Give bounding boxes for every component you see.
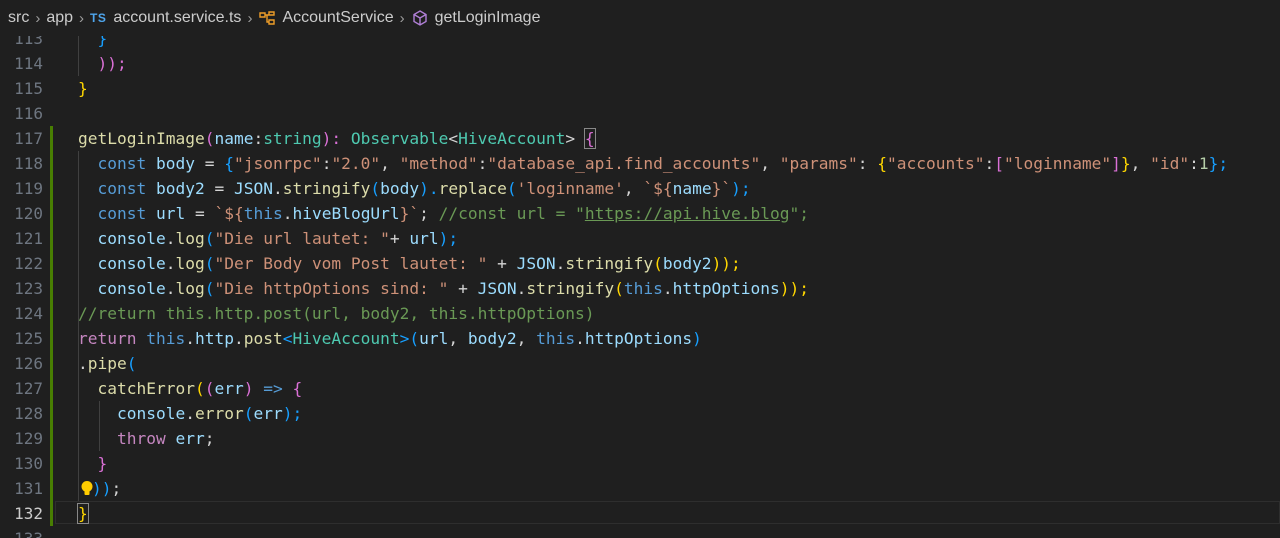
- code-text: .pipe(: [78, 354, 137, 373]
- line-number: 122: [14, 254, 43, 273]
- line-number: 115: [14, 79, 43, 98]
- breadcrumb-app[interactable]: app: [46, 9, 73, 27]
- indent-guide: [78, 151, 79, 501]
- code-line[interactable]: 117 getLoginImage(name:string): Observabl…: [0, 126, 1280, 151]
- code-text: getLoginImage(name:string): Observable<H…: [78, 128, 596, 149]
- chevron-right-icon: ›: [79, 9, 85, 27]
- breadcrumb-src[interactable]: src: [8, 9, 29, 27]
- line-number: 128: [14, 404, 43, 423]
- breadcrumb-method-label: getLoginImage: [434, 9, 541, 26]
- code-line[interactable]: 124 //return this.http.post(url, body2, t…: [0, 301, 1280, 326]
- breadcrumb-method[interactable]: getLoginImage: [411, 9, 541, 27]
- code-text: console.error(err);: [116, 404, 303, 423]
- code-line[interactable]: 127 catchError((err) => {: [0, 376, 1280, 401]
- code-line[interactable]: 130 }: [0, 451, 1280, 476]
- code-line[interactable]: 121 console.log("Die url lautet: "+ url)…: [0, 226, 1280, 251]
- line-number: 113: [14, 36, 43, 48]
- line-number: 132: [14, 504, 43, 523]
- code-line[interactable]: 123 console.log("Die httpOptions sind: "…: [0, 276, 1280, 301]
- code-line[interactable]: 122 console.log("Der Body vom Post laute…: [0, 251, 1280, 276]
- current-line-highlight: [55, 501, 1280, 524]
- code-line[interactable]: 114 ));: [0, 51, 1280, 76]
- typescript-file-icon: TS: [90, 11, 107, 25]
- code-text: ));: [78, 476, 131, 501]
- code-line[interactable]: 132}: [0, 501, 1280, 526]
- line-number: 129: [14, 429, 43, 448]
- line-number: 120: [14, 204, 43, 223]
- code-line[interactable]: 116: [0, 101, 1280, 126]
- chevron-right-icon: ›: [247, 9, 253, 27]
- code-text: return this.http.post<HiveAccount>(url, …: [78, 329, 702, 348]
- line-number: 121: [14, 229, 43, 248]
- line-number: 131: [14, 479, 43, 498]
- line-number: 123: [14, 279, 43, 298]
- code-text: console.log("Der Body vom Post lautet: "…: [97, 254, 741, 273]
- code-text: }: [97, 454, 108, 473]
- code-text: ));: [97, 54, 127, 73]
- code-line[interactable]: 131));: [0, 476, 1280, 501]
- indent-guide: [78, 36, 79, 76]
- code-text: console.log("Die httpOptions sind: " + J…: [97, 279, 810, 298]
- code-editor[interactable]: 113 } 114 )); 115} 116 117 getLoginImage(name…: [0, 36, 1280, 538]
- line-number: 133: [0, 526, 43, 538]
- line-number: 118: [14, 154, 43, 173]
- line-number: 124: [14, 304, 43, 323]
- code-line[interactable]: 128 console.error(err);: [0, 401, 1280, 426]
- line-number: 117: [14, 129, 43, 148]
- code-line[interactable]: 125 return this.http.post<HiveAccount>(ur…: [0, 326, 1280, 351]
- breadcrumb-src-label: src: [8, 9, 30, 26]
- code-text: }: [97, 36, 108, 48]
- code-text: const url = `${this.hiveBlogUrl}`; //con…: [97, 204, 810, 223]
- breadcrumb-app-label: app: [46, 9, 74, 26]
- code-line[interactable]: 120 const url = `${this.hiveBlogUrl}`; /…: [0, 201, 1280, 226]
- indent-guide: [98, 401, 100, 451]
- code-line[interactable]: 113 }: [0, 36, 1280, 51]
- line-number: 116: [14, 104, 43, 123]
- chevron-right-icon: ›: [399, 9, 405, 27]
- code-text: }: [77, 503, 89, 524]
- line-number: 127: [14, 379, 43, 398]
- line-number: 125: [14, 329, 43, 348]
- code-text: }: [78, 79, 88, 98]
- code-text: const body = {"jsonrpc":"2.0", "method":…: [97, 154, 1229, 173]
- code-text: //return this.http.post(url, body2, this…: [78, 304, 595, 323]
- code-text: console.log("Die url lautet: "+ url);: [97, 229, 459, 248]
- method-cube-icon: [411, 9, 429, 27]
- code-line[interactable]: 129 throw err;: [0, 426, 1280, 451]
- code-line[interactable]: 115}: [0, 76, 1280, 101]
- line-number: 130: [14, 454, 43, 473]
- line-number: 126: [14, 354, 43, 373]
- code-line[interactable]: 118 const body = {"jsonrpc":"2.0", "meth…: [0, 151, 1280, 176]
- breadcrumb-file[interactable]: TS account.service.ts: [90, 9, 241, 27]
- line-number: 119: [14, 179, 43, 198]
- breadcrumb: src › app › TS account.service.ts › Acco…: [0, 0, 1280, 36]
- breadcrumb-class-label: AccountService: [282, 9, 394, 26]
- breadcrumb-file-label: account.service.ts: [113, 9, 242, 26]
- line-number: 114: [14, 54, 43, 73]
- class-icon: [258, 10, 276, 26]
- code-line[interactable]: 126 .pipe(: [0, 351, 1280, 376]
- code-line[interactable]: 119 const body2 = JSON.stringify(body).r…: [0, 176, 1280, 201]
- breadcrumb-class[interactable]: AccountService: [258, 9, 394, 27]
- code-text: const body2 = JSON.stringify(body).repla…: [97, 179, 751, 198]
- chevron-right-icon: ›: [35, 9, 41, 27]
- code-text: catchError((err) => {: [97, 379, 303, 398]
- code-line[interactable]: 133: [0, 526, 1280, 538]
